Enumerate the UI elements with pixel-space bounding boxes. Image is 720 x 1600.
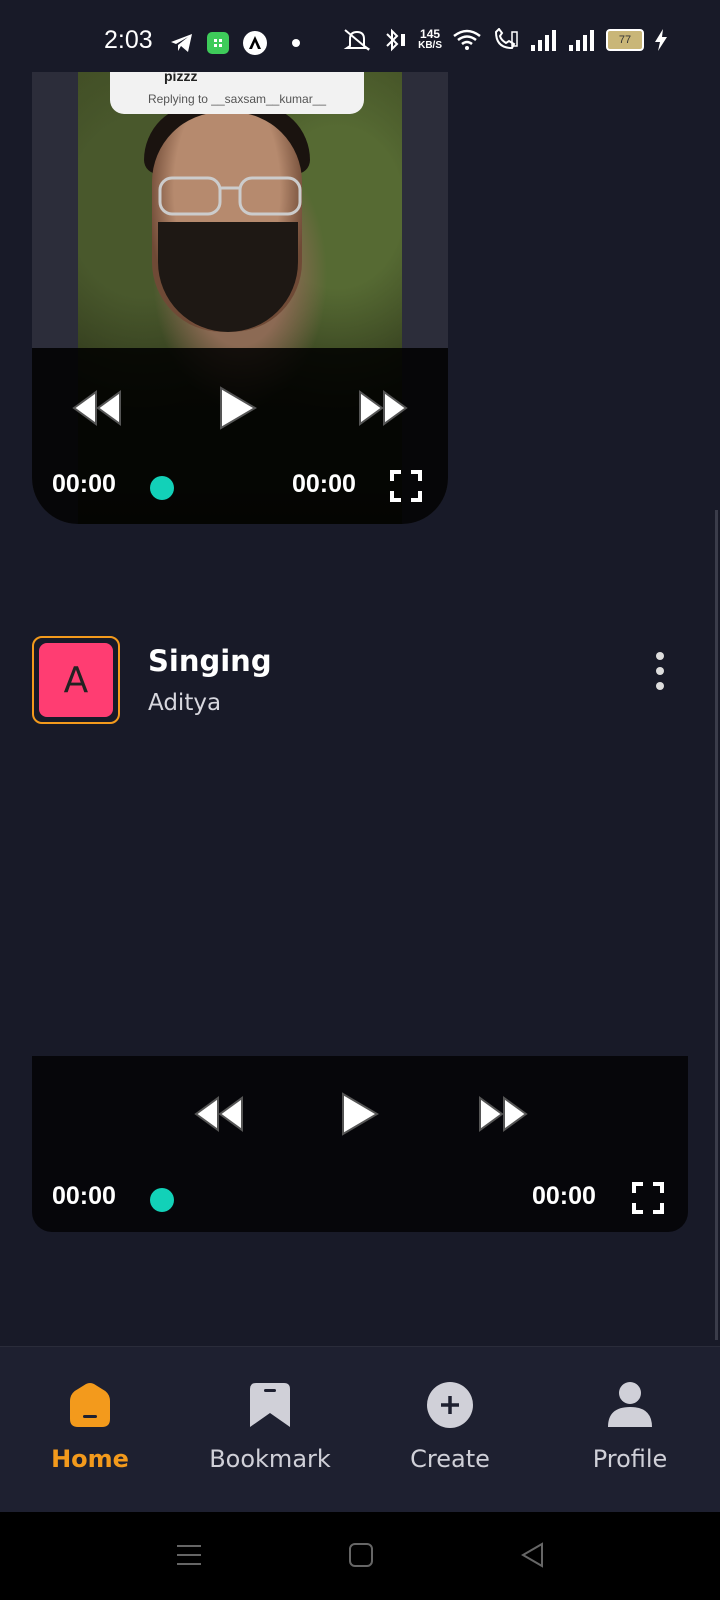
nav-create-label: Create	[410, 1445, 490, 1473]
battery-icon: 77	[606, 29, 644, 51]
bookmark-icon	[250, 1383, 290, 1427]
play-icon[interactable]	[340, 1092, 380, 1136]
current-time: 00:00	[52, 470, 116, 498]
nav-profile[interactable]: Profile	[540, 1381, 720, 1473]
video-controls-1: 00:00 00:00	[32, 348, 448, 524]
status-system-icons: 145 KB/S 77	[342, 28, 668, 52]
fast-forward-icon[interactable]	[478, 1096, 528, 1132]
charging-icon	[655, 29, 667, 51]
duration-time: 00:00	[532, 1182, 596, 1210]
video-player-1[interactable]: pizzz Replying to __saxsam__kumar__ 00:0…	[32, 72, 448, 524]
more-options-icon[interactable]	[652, 652, 668, 698]
wifi-icon	[453, 29, 481, 50]
user-icon	[608, 1382, 652, 1427]
call-icon	[494, 28, 518, 50]
app-a-icon	[243, 31, 267, 55]
system-navigation-bar	[0, 1512, 720, 1600]
rewind-icon[interactable]	[72, 390, 122, 426]
nav-home[interactable]: Home	[0, 1381, 180, 1473]
fullscreen-icon[interactable]	[632, 1182, 664, 1214]
nav-home-label: Home	[51, 1445, 129, 1473]
status-notification-icons	[170, 30, 304, 56]
add-circle-icon	[427, 1382, 473, 1428]
post-author[interactable]: Aditya	[148, 690, 221, 716]
rewind-icon[interactable]	[194, 1096, 244, 1132]
dot-icon	[292, 39, 300, 47]
signal-icon	[531, 30, 556, 51]
avatar[interactable]: A	[32, 636, 120, 724]
post-title: Singing	[148, 644, 272, 678]
signal-icon	[569, 30, 594, 51]
seek-handle[interactable]	[150, 476, 174, 500]
bluetooth-icon	[386, 28, 406, 52]
nav-bookmark-label: Bookmark	[209, 1445, 331, 1473]
seek-handle[interactable]	[150, 1188, 174, 1212]
duration-time: 00:00	[292, 470, 356, 498]
nav-bookmark[interactable]: Bookmark	[180, 1381, 360, 1473]
home-square-icon[interactable]	[348, 1542, 374, 1568]
current-time: 00:00	[52, 1182, 116, 1210]
status-time: 2:03	[104, 26, 153, 54]
home-icon	[70, 1383, 110, 1427]
reply-text: Replying to __saxsam__kumar__	[147, 92, 327, 106]
fast-forward-icon[interactable]	[358, 390, 408, 426]
reply-bubble: pizzz Replying to __saxsam__kumar__	[110, 72, 364, 114]
video-player-2[interactable]: 00:00 00:00	[32, 1056, 688, 1232]
play-icon[interactable]	[218, 386, 258, 430]
back-icon[interactable]	[520, 1542, 546, 1568]
network-speed: 145 KB/S	[418, 27, 442, 51]
post-header[interactable]: A Singing Aditya	[32, 636, 688, 728]
shopping-bag-icon	[207, 32, 229, 54]
scrollbar[interactable]	[715, 510, 718, 1340]
mute-icon	[343, 29, 371, 51]
telegram-icon	[171, 34, 192, 52]
nav-create[interactable]: Create	[360, 1381, 540, 1473]
glasses-shape	[158, 176, 302, 216]
avatar-letter: A	[39, 643, 113, 717]
bottom-navigation: Home Bookmark Create Profile	[0, 1346, 720, 1513]
nav-profile-label: Profile	[592, 1445, 668, 1473]
fullscreen-icon[interactable]	[390, 470, 422, 502]
menu-icon[interactable]	[176, 1542, 202, 1568]
